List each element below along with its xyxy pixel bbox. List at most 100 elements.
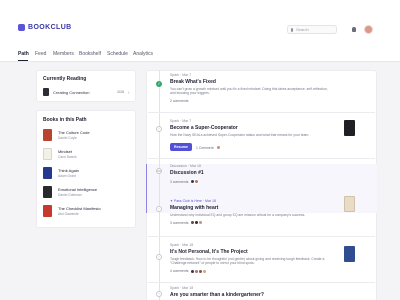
- book-item[interactable]: The Culture Code Daniel Coyle: [43, 129, 90, 141]
- book-thumbnail: [344, 246, 355, 262]
- timeline-item[interactable]: Spark · Mar 18 It's Not Personal, It's T…: [170, 243, 330, 274]
- item-description: Tough feedback: How to be thoughtful (no…: [170, 257, 325, 266]
- lightbulb-icon: ◦: [156, 254, 162, 260]
- item-meta: ✦ Pass Club is Here · Mar 18: [170, 199, 216, 203]
- comment-count-label: 1 Comment: [196, 145, 214, 150]
- item-title: Managing with heart: [170, 205, 219, 211]
- book-author: Atul Gawande: [58, 212, 79, 216]
- item-description: How the Navy SEALs achieved Super-Cooper…: [170, 133, 310, 137]
- item-meta: Spark · Mar 18: [170, 286, 194, 290]
- book-title: Think Again: [58, 168, 79, 173]
- comment-count-label: 3 comments: [170, 220, 189, 225]
- comment-count[interactable]: 3 comments: [170, 179, 204, 184]
- avatar: [194, 179, 200, 184]
- tab-schedule[interactable]: Schedule: [107, 51, 128, 57]
- timeline-item[interactable]: Discussion · Mar 18 Discussion #1 3 comm…: [170, 164, 204, 184]
- item-meta: Spark · Mar 18: [170, 243, 194, 247]
- timeline-item[interactable]: Spark · Mar 7 Become a Super-Cooperator …: [170, 119, 330, 137]
- book-cover: [43, 186, 52, 198]
- item-meta: Spark · Mar 7: [170, 119, 192, 123]
- divider: [148, 282, 375, 283]
- brand-name: BOOKCLUB: [28, 24, 72, 31]
- active-tab-indicator: [18, 60, 28, 61]
- commenter-avatars: [215, 145, 221, 150]
- logo-mark-icon: [18, 24, 25, 31]
- search-icon: [291, 27, 293, 32]
- comment-count[interactable]: 2 comments: [170, 99, 330, 103]
- divider: [148, 236, 375, 237]
- book-thumbnail: [344, 120, 355, 136]
- commenter-avatars: [190, 220, 204, 226]
- item-title: It's Not Personal, It's The Project: [170, 249, 248, 255]
- currently-reading-card: Currently Reading Creating Connection 1/…: [36, 70, 136, 102]
- book-item[interactable]: Think Again Adam Grant: [43, 167, 79, 179]
- chat-bubble-icon: ▭: [156, 168, 162, 174]
- resume-button[interactable]: Resume: [170, 143, 192, 151]
- current-book-cover: [43, 88, 49, 96]
- timeline-item[interactable]: Spark · Mar 7 Break What's Fixed You can…: [170, 73, 330, 103]
- comment-count[interactable]: 1 Comment: [196, 145, 221, 150]
- comment-count[interactable]: 3 comments: [170, 220, 330, 226]
- section-tabs: Path Feed Members Bookshelf Schedule Ana…: [0, 44, 400, 62]
- current-book-title: Creating Connection: [53, 89, 90, 95]
- user-avatar[interactable]: [364, 25, 373, 34]
- item-title: Become a Super-Cooperator: [170, 125, 238, 131]
- book-cover: [43, 167, 52, 179]
- tab-analytics[interactable]: Analytics: [133, 51, 153, 57]
- book-item[interactable]: Emotional Intelligence Daniel Goleman: [43, 186, 97, 198]
- search-input[interactable]: [296, 27, 336, 32]
- book-title: The Checklist Manifesto: [58, 206, 101, 211]
- book-author: Adam Grant: [58, 174, 76, 178]
- item-meta: Discussion · Mar 18: [170, 164, 201, 168]
- book-cover: [43, 205, 52, 217]
- lightbulb-icon: ◦: [156, 206, 162, 212]
- item-description: You can't grow a growth mindset until yo…: [170, 87, 328, 96]
- book-author: Daniel Goleman: [58, 193, 82, 197]
- comment-count-label: 3 comments: [170, 179, 189, 184]
- tab-bookshelf[interactable]: Bookshelf: [79, 51, 101, 57]
- comment-count-label: 2 comments: [170, 98, 189, 103]
- commenter-avatars: [190, 179, 200, 184]
- current-book-row[interactable]: Creating Connection: [43, 88, 89, 96]
- comment-count-label: 4 comments: [170, 269, 189, 274]
- book-item[interactable]: The Checklist Manifesto Atul Gawande: [43, 205, 101, 217]
- lightbulb-icon: ◦: [156, 291, 162, 297]
- chevron-right-icon[interactable]: ›: [128, 90, 130, 95]
- book-item[interactable]: Mindset Carol Dweck: [43, 148, 77, 160]
- book-title: Mindset: [58, 149, 73, 154]
- timeline-item-highlighted[interactable]: ✦ Pass Club is Here · Mar 18 Managing wi…: [170, 199, 330, 226]
- book-author: Carol Dweck: [58, 155, 77, 159]
- timeline-rail: [159, 70, 160, 300]
- tab-members[interactable]: Members: [53, 51, 74, 57]
- search-box[interactable]: [287, 25, 337, 34]
- item-description: Understand why individual EQ and group E…: [170, 213, 306, 217]
- tab-path[interactable]: Path: [18, 51, 29, 57]
- divider: [148, 112, 375, 113]
- books-in-path-heading: Books in this Path: [43, 117, 87, 123]
- books-in-path-card: Books in this Path The Culture Code Dani…: [36, 110, 136, 228]
- avatar: [202, 268, 208, 274]
- avatar: [198, 220, 204, 226]
- book-author: Daniel Coyle: [58, 136, 77, 140]
- brand-logo[interactable]: BOOKCLUB: [18, 24, 72, 31]
- bell-icon[interactable]: [352, 27, 356, 32]
- comment-count[interactable]: 4 comments: [170, 268, 330, 274]
- divider: [148, 158, 375, 159]
- commenter-avatars: [190, 268, 208, 274]
- item-title: Break What's Fixed: [170, 79, 216, 85]
- timeline-item[interactable]: Spark · Mar 18 Are you smarter than a ki…: [170, 286, 264, 298]
- book-title: Emotional Intelligence: [58, 187, 98, 192]
- avatar: [215, 145, 221, 150]
- currently-reading-heading: Currently Reading: [43, 76, 87, 82]
- book-thumbnail: [344, 196, 355, 212]
- reading-progress: 1/10: [117, 90, 124, 94]
- item-title: Discussion #1: [170, 170, 204, 176]
- tab-feed[interactable]: Feed: [35, 51, 46, 57]
- book-cover: [43, 129, 52, 141]
- check-circle-icon: ✓: [156, 81, 162, 87]
- lightbulb-icon: ◦: [156, 126, 162, 132]
- top-bar: BOOKCLUB: [0, 0, 400, 44]
- item-title: Are you smarter than a kindergartener?: [170, 292, 264, 298]
- book-cover: [43, 148, 52, 160]
- item-meta: Spark · Mar 7: [170, 73, 192, 77]
